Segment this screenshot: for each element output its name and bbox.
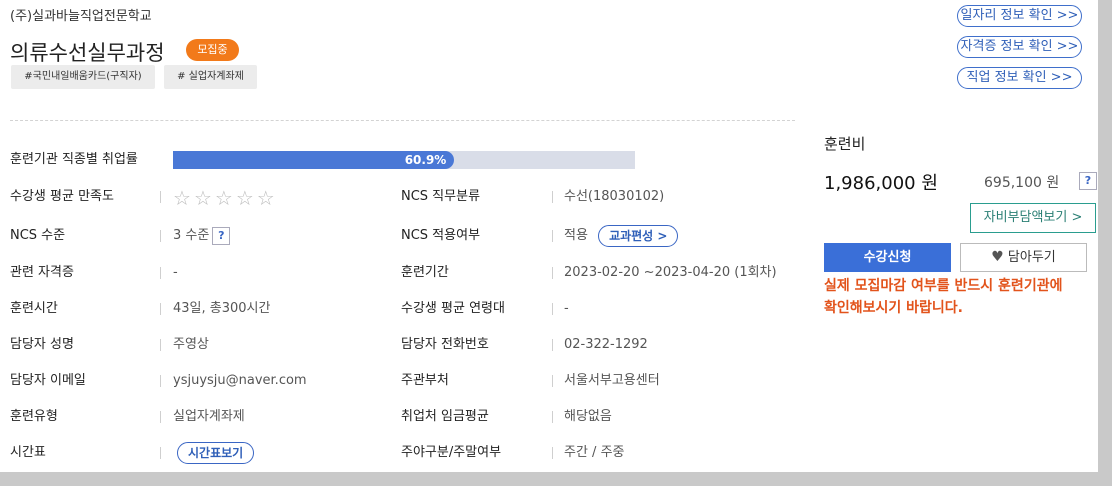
star-icon: ☆ <box>235 186 257 210</box>
ncs-category-label: NCS 직무분류 <box>401 189 481 204</box>
manager-phone-label: 담당자 전화번호 <box>401 337 489 352</box>
related-cert-label: 관련 자격증 <box>10 265 74 280</box>
timetable-button[interactable]: 시간표보기 <box>177 441 255 464</box>
star-rating: ☆☆☆☆☆ <box>173 186 278 210</box>
timetable-value: 시간표보기 <box>177 441 255 465</box>
employment-rate-label: 훈련기관 직종별 취업률 <box>10 152 138 167</box>
separator <box>160 267 161 279</box>
help-icon[interactable]: ? <box>212 226 231 245</box>
star-icon: ☆ <box>256 186 278 210</box>
separator <box>160 191 161 203</box>
manager-email-label: 담당자 이메일 <box>10 373 86 388</box>
info-row: 훈련유형 실업자계좌제 취업처 임금평균 해당없음 <box>0 405 800 429</box>
star-icon: ☆ <box>214 186 236 210</box>
training-period-label: 훈련기간 <box>401 265 449 280</box>
occupation-info-link[interactable]: 직업 정보 확인 >> <box>957 67 1082 89</box>
apply-button[interactable]: 수강신청 <box>824 243 951 272</box>
tag-national-card: #국민내일배움카드(구직자) <box>11 65 155 89</box>
manager-name-value: 주영상 <box>173 337 209 352</box>
course-detail-panel: (주)실과바늘직업전문학교 의류수선실무과정 모집중 #국민내일배움카드(구직자… <box>0 0 1098 472</box>
training-period-value: 2023-02-20 ~2023-04-20 (1회차) <box>564 265 777 280</box>
training-type-value: 실업자계좌제 <box>173 409 245 424</box>
heart-icon: ♥ <box>991 249 1004 265</box>
satisfaction-label: 수강생 평균 만족도 <box>10 189 114 204</box>
save-button[interactable]: ♥ 담아두기 <box>960 243 1087 272</box>
job-info-link[interactable]: 일자리 정보 확인 >> <box>957 5 1082 27</box>
self-pay-button[interactable]: 자비부담액보기 > <box>970 203 1096 233</box>
help-icon[interactable]: ? <box>1079 172 1097 190</box>
avg-age-value: - <box>564 301 569 316</box>
ncs-applied-value: 적용 교과편성 > <box>564 224 679 248</box>
info-row: NCS 수준 3 수준? NCS 적용여부 적용 교과편성 > <box>0 224 800 248</box>
separator <box>160 375 161 387</box>
star-icon: ☆ <box>173 186 194 210</box>
fee-price: 1,986,000 원 <box>824 173 938 194</box>
curriculum-button[interactable]: 교과편성 > <box>598 224 679 247</box>
training-hours-label: 훈련시간 <box>10 301 58 316</box>
info-row: 훈련시간 43일, 총300시간 수강생 평균 연령대 - <box>0 297 800 321</box>
avg-age-label: 수강생 평균 연령대 <box>401 301 505 316</box>
separator <box>160 339 161 351</box>
course-title: 의류수선실무과정 <box>10 41 165 65</box>
section-divider <box>10 120 795 121</box>
ncs-level-label: NCS 수준 <box>10 228 66 243</box>
separator <box>160 230 161 242</box>
manager-name-label: 담당자 성명 <box>10 337 74 352</box>
employment-rate-bar: 60.9% <box>173 151 635 169</box>
star-icon: ☆ <box>193 186 215 210</box>
satisfaction-row: 수강생 평균 만족도 NCS 직무분류 수선(18030102) <box>0 185 800 209</box>
manager-phone-value: 02-322-1292 <box>564 337 648 352</box>
department-label: 주관부처 <box>401 373 449 388</box>
self-pay-amount: 695,100 원 <box>984 175 1060 191</box>
info-row: 담당자 이메일 ysjuysju@naver.com 주관부처 서울서부고용센터 <box>0 369 800 393</box>
department-value: 서울서부고용센터 <box>564 373 660 388</box>
training-type-label: 훈련유형 <box>10 409 58 424</box>
notice-text: 실제 모집마감 여부를 반드시 훈련기관에 확인해보시기 바랍니다. <box>824 278 1063 316</box>
info-row: 시간표 시간표보기 주야구분/주말여부 주간 / 주중 <box>0 441 800 465</box>
separator <box>552 191 553 203</box>
ncs-category-value: 수선(18030102) <box>564 189 665 204</box>
institution-name[interactable]: (주)실과바늘직업전문학교 <box>10 5 152 24</box>
save-button-label: 담아두기 <box>1007 250 1056 265</box>
status-badge: 모집중 <box>186 39 239 61</box>
separator <box>552 267 553 279</box>
ncs-applied-label: NCS 적용여부 <box>401 228 481 243</box>
separator <box>160 411 161 423</box>
training-hours-value: 43일, 총300시간 <box>173 301 271 316</box>
fee-label: 훈련비 <box>824 135 866 153</box>
separator <box>552 303 553 315</box>
tag-unemployed-account: # 실업자계좌제 <box>164 65 257 89</box>
separator <box>552 447 553 459</box>
avg-wage-label: 취업처 임금평균 <box>401 409 489 424</box>
separator <box>160 447 161 459</box>
separator <box>552 230 553 242</box>
separator <box>552 339 553 351</box>
separator <box>552 411 553 423</box>
manager-email-value: ysjuysju@naver.com <box>173 373 307 388</box>
related-cert-value: - <box>173 265 178 280</box>
avg-wage-value: 해당없음 <box>564 409 612 424</box>
timetable-label: 시간표 <box>10 445 46 460</box>
employment-rate-fill: 60.9% <box>173 151 455 169</box>
separator <box>160 303 161 315</box>
info-row: 담당자 성명 주영상 담당자 전화번호 02-322-1292 <box>0 333 800 357</box>
certificate-info-link[interactable]: 자격증 정보 확인 >> <box>957 36 1082 58</box>
day-night-label: 주야구분/주말여부 <box>401 445 502 460</box>
info-row: 관련 자격증 - 훈련기간 2023-02-20 ~2023-04-20 (1회… <box>0 261 800 285</box>
separator <box>552 375 553 387</box>
ncs-level-value: 3 수준? <box>173 224 231 248</box>
day-night-value: 주간 / 주중 <box>564 445 625 460</box>
